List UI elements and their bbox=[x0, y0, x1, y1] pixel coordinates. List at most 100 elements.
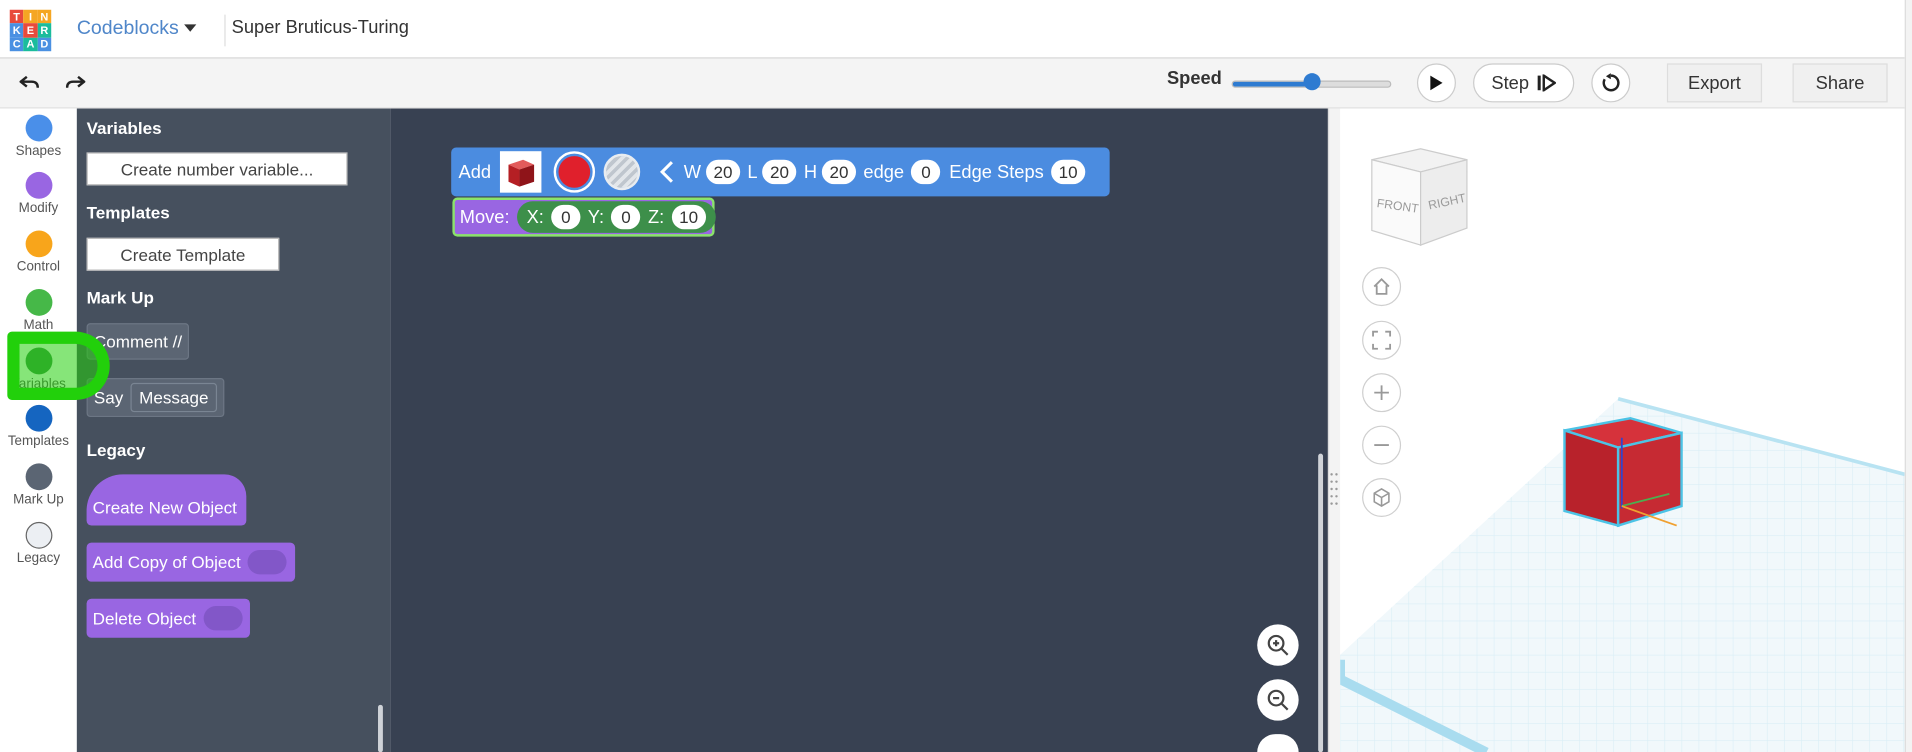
move-block[interactable]: Move: X: 0 Y: 0 Z: 10 bbox=[452, 197, 716, 237]
category-dot bbox=[24, 171, 52, 199]
markup-heading: Mark Up bbox=[86, 287, 154, 308]
object-slot[interactable] bbox=[203, 606, 243, 631]
message-field[interactable]: Message bbox=[130, 382, 217, 413]
box-shape-icon bbox=[508, 159, 534, 187]
add-shape-block[interactable]: Add W 20 L 20 H 20 edge 0 Edge Steps 10 bbox=[451, 147, 1110, 197]
category-dot bbox=[24, 114, 52, 142]
top-bar: TINKERCAD Codeblocks Super Bruticus-Turi… bbox=[0, 0, 1905, 59]
category-templates[interactable]: Templates bbox=[0, 404, 77, 449]
view-zoom-in-button[interactable] bbox=[1362, 373, 1402, 413]
z-input[interactable]: 10 bbox=[671, 204, 706, 230]
category-label: Mark Up bbox=[13, 492, 64, 508]
height-input[interactable]: 20 bbox=[821, 159, 857, 185]
panel-splitter[interactable] bbox=[1327, 108, 1341, 752]
perspective-button[interactable] bbox=[1362, 478, 1402, 518]
category-mark-up[interactable]: Mark Up bbox=[0, 463, 77, 507]
length-input[interactable]: 20 bbox=[762, 159, 797, 185]
export-button[interactable]: Export bbox=[1666, 63, 1763, 103]
add-copy-label: Add Copy of Object bbox=[92, 552, 241, 572]
edge-label: edge bbox=[863, 161, 905, 183]
length-label: L bbox=[747, 161, 758, 183]
z-label: Z: bbox=[647, 206, 665, 228]
zoom-in-button[interactable] bbox=[1257, 624, 1299, 666]
category-modify[interactable]: Modify bbox=[0, 171, 77, 216]
tinkercad-logo[interactable]: TINKERCAD bbox=[9, 9, 52, 52]
step-icon bbox=[1537, 74, 1556, 92]
chevron-left-icon[interactable] bbox=[659, 160, 674, 184]
undo-icon bbox=[19, 75, 40, 88]
plus-icon bbox=[1374, 385, 1389, 400]
add-copy-block[interactable]: Add Copy of Object bbox=[86, 542, 296, 582]
window-edge bbox=[1904, 0, 1912, 752]
play-button[interactable] bbox=[1416, 63, 1456, 103]
red-box-shape[interactable] bbox=[1557, 413, 1703, 547]
chevron-down-icon[interactable] bbox=[184, 24, 197, 32]
divider bbox=[224, 14, 226, 47]
undo-button[interactable] bbox=[15, 68, 44, 97]
category-label: Legacy bbox=[16, 551, 61, 566]
fit-view-icon bbox=[1372, 330, 1392, 350]
category-math[interactable]: Math bbox=[0, 288, 77, 333]
view-cube[interactable]: FRONT RIGHT bbox=[1365, 143, 1475, 253]
color-picker[interactable] bbox=[553, 151, 595, 193]
logo-letter: D bbox=[37, 37, 52, 52]
edge-input[interactable]: 0 bbox=[911, 159, 941, 185]
toolbar: Speed Step Export Share bbox=[0, 58, 1905, 109]
create-new-object-block[interactable]: Create New Object bbox=[86, 474, 247, 526]
object-slot[interactable] bbox=[248, 549, 288, 575]
coordinate-group: X: 0 Y: 0 Z: 10 bbox=[516, 201, 716, 233]
zoom-out-button[interactable] bbox=[1257, 679, 1299, 721]
highlight-annotation bbox=[7, 331, 110, 400]
category-rail: ShapesModifyControlMathVariablesTemplate… bbox=[0, 108, 77, 752]
speed-label: Speed bbox=[1166, 68, 1222, 90]
x-input[interactable]: 0 bbox=[551, 204, 581, 230]
share-button[interactable]: Share bbox=[1792, 63, 1888, 103]
home-icon bbox=[1373, 277, 1390, 295]
speed-slider-thumb[interactable] bbox=[1302, 73, 1321, 91]
category-dot bbox=[24, 288, 52, 316]
create-variable-button[interactable]: Create number variable... bbox=[86, 152, 348, 186]
width-input[interactable]: 20 bbox=[705, 159, 741, 185]
project-title[interactable]: Super Bruticus-Turing bbox=[232, 17, 409, 38]
redo-button[interactable] bbox=[61, 68, 90, 97]
y-input[interactable]: 0 bbox=[611, 204, 641, 230]
logo-letter: R bbox=[37, 23, 52, 38]
drag-handle-icon bbox=[1330, 473, 1338, 505]
reset-button[interactable] bbox=[1591, 63, 1631, 103]
add-label: Add bbox=[458, 161, 492, 183]
step-button[interactable]: Step bbox=[1473, 63, 1575, 103]
legacy-heading: Legacy bbox=[86, 440, 146, 460]
delete-object-label: Delete Object bbox=[92, 608, 197, 628]
logo-letter: K bbox=[9, 23, 24, 38]
redo-icon bbox=[65, 75, 86, 88]
category-shapes[interactable]: Shapes bbox=[0, 114, 77, 159]
fit-view-button[interactable] bbox=[1362, 320, 1402, 360]
reset-icon bbox=[1602, 73, 1620, 92]
create-template-button[interactable]: Create Template bbox=[86, 237, 280, 271]
category-legacy[interactable]: Legacy bbox=[0, 521, 77, 566]
x-label: X: bbox=[526, 206, 544, 228]
zoom-in-icon bbox=[1267, 634, 1289, 656]
say-block[interactable]: Say Message bbox=[86, 378, 225, 418]
category-dot bbox=[24, 404, 52, 432]
category-label: Modify bbox=[18, 201, 59, 216]
edge-steps-input[interactable]: 10 bbox=[1051, 159, 1086, 185]
category-dot bbox=[24, 230, 52, 258]
workspace-scrollbar[interactable] bbox=[1318, 453, 1324, 752]
delete-object-block[interactable]: Delete Object bbox=[86, 598, 250, 638]
category-control[interactable]: Control bbox=[0, 230, 77, 274]
minus-icon bbox=[1374, 444, 1389, 446]
logo-letter: C bbox=[9, 37, 24, 52]
app-name-dropdown[interactable]: Codeblocks bbox=[77, 18, 179, 40]
logo-letter: E bbox=[23, 23, 38, 38]
width-label: W bbox=[683, 161, 702, 183]
home-view-button[interactable] bbox=[1362, 267, 1402, 307]
3d-viewport[interactable]: FRONT RIGHT bbox=[1340, 108, 1905, 752]
shape-preview[interactable] bbox=[499, 151, 542, 193]
hole-toggle[interactable] bbox=[603, 153, 640, 191]
flyout-scrollbar[interactable] bbox=[378, 704, 383, 752]
create-new-object-label: Create New Object bbox=[92, 497, 237, 518]
move-label: Move: bbox=[459, 206, 510, 228]
variables-heading: Variables bbox=[86, 118, 162, 138]
view-zoom-out-button[interactable] bbox=[1362, 425, 1402, 465]
